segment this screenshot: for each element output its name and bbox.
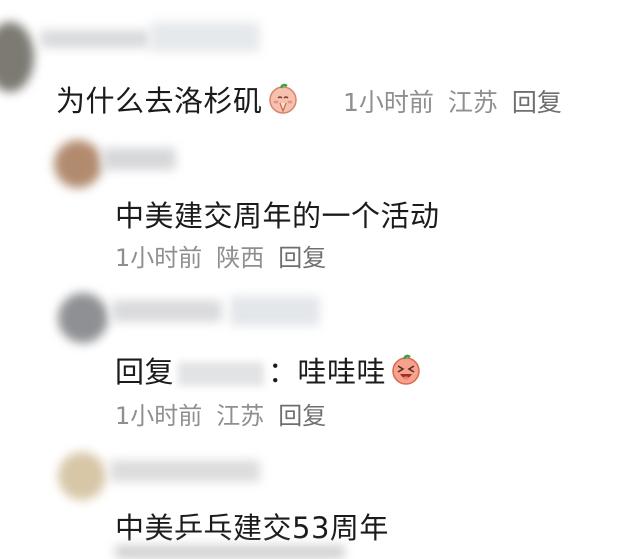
comment-meta-cropped [115, 545, 345, 559]
avatar[interactable] [0, 22, 34, 92]
username-blurred[interactable] [112, 300, 222, 322]
username-blurred[interactable] [102, 148, 176, 170]
comment-location: 陕西 [216, 244, 265, 272]
comment-text: 为什么去洛杉矶 [56, 78, 299, 122]
avatar[interactable] [54, 140, 102, 188]
comment-location: 江苏 [447, 88, 498, 117]
comment-meta: 1小时前 江苏 回复 [343, 83, 576, 119]
comment-time: 1小时前 [343, 88, 434, 117]
comment-time: 1小时前 [115, 402, 203, 430]
reply-button[interactable]: 回复 [278, 244, 326, 272]
pray-emoji-icon [267, 83, 299, 122]
avatar[interactable] [58, 452, 106, 500]
reply-separator: ： [268, 355, 298, 389]
comment-text: 中美乒乓建交53周年 [115, 511, 389, 545]
username-blurred[interactable] [110, 460, 260, 482]
reply-button[interactable]: 回复 [512, 88, 562, 117]
laughing-emoji-icon [390, 354, 422, 393]
comment-text: 中美建交周年的一个活动 [115, 199, 440, 233]
comment-time: 1小时前 [115, 244, 203, 272]
comment-location: 江苏 [216, 402, 265, 430]
username-blurred[interactable] [40, 30, 150, 48]
user-badge-blurred [230, 296, 320, 326]
comment-meta: 1小时前 陕西 回复 [115, 238, 340, 273]
reply-button[interactable]: 回复 [278, 402, 326, 430]
avatar[interactable] [58, 293, 108, 343]
comment-text: 回复 ：哇哇哇 [115, 349, 422, 393]
comment-meta: 1小时前 江苏 回复 [115, 396, 340, 431]
user-badge-blurred [150, 22, 260, 52]
reply-prefix: 回复 [115, 355, 175, 389]
reply-target-blurred[interactable] [178, 362, 265, 386]
